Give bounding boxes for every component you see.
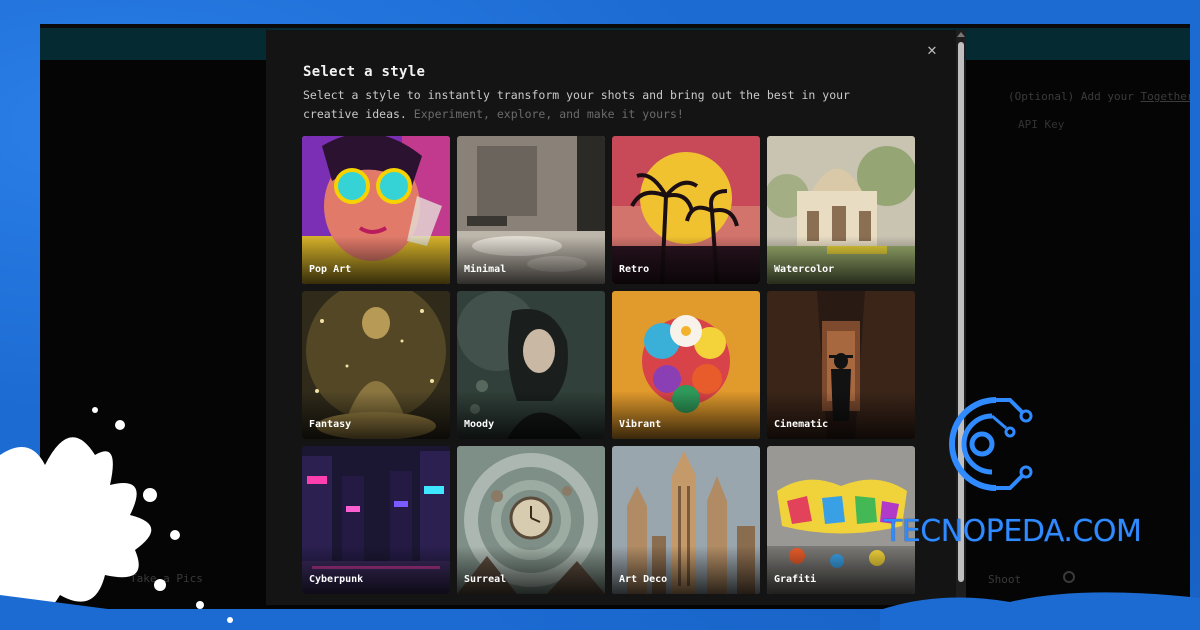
style-label: Moody [464,419,495,430]
style-label: Minimal [464,264,507,275]
style-label: Watercolor [774,264,835,275]
paint-splash-decoration [0,407,270,630]
style-grid: Pop Art Minimal Retro Watercolor Fantasy… [302,136,918,594]
watermark-text: TECNOPEDA.COM [884,514,1142,549]
style-label: Vibrant [619,419,662,430]
style-label: Art Deco [619,574,668,585]
api-hint-text: (Optional) Add your Together A [1008,90,1190,103]
scroll-up-arrow-icon[interactable] [957,32,965,37]
style-card-moody[interactable]: Moody [457,291,605,439]
style-label: Grafiti [774,574,817,585]
modal-description-muted: Experiment, explore, and make it yours! [413,107,684,121]
style-card-fantasy[interactable]: Fantasy [302,291,450,439]
brush-stroke-decoration [880,592,1200,630]
style-label: Retro [619,264,650,275]
style-select-modal: Select a style Select a style to instant… [266,30,956,605]
api-key-input[interactable]: API Key [1018,118,1178,136]
style-card-pop-art[interactable]: Pop Art [302,136,450,284]
style-label: Fantasy [309,419,352,430]
api-hint-link[interactable]: Together A [1140,90,1190,103]
style-card-vibrant[interactable]: Vibrant [612,291,760,439]
style-card-cyberpunk[interactable]: Cyberpunk [302,446,450,594]
style-label: Cyberpunk [309,574,364,585]
close-button[interactable]: ✕ [922,40,942,60]
style-label: Cinematic [774,419,829,430]
circuit-c-logo-icon [949,397,1033,491]
style-card-surreal[interactable]: Surreal [457,446,605,594]
style-label: Surreal [464,574,507,585]
style-card-minimal[interactable]: Minimal [457,136,605,284]
close-icon: ✕ [927,40,937,59]
modal-description: Select a style to instantly transform yo… [303,86,863,124]
style-card-art-deco[interactable]: Art Deco [612,446,760,594]
api-hint-prefix: (Optional) Add your [1008,90,1134,103]
style-card-retro[interactable]: Retro [612,136,760,284]
style-label: Pop Art [309,264,352,275]
modal-title: Select a style [303,64,426,80]
style-card-watercolor[interactable]: Watercolor [767,136,915,284]
scroll-thumb[interactable] [958,42,964,582]
style-card-cinematic[interactable]: Cinematic [767,291,915,439]
